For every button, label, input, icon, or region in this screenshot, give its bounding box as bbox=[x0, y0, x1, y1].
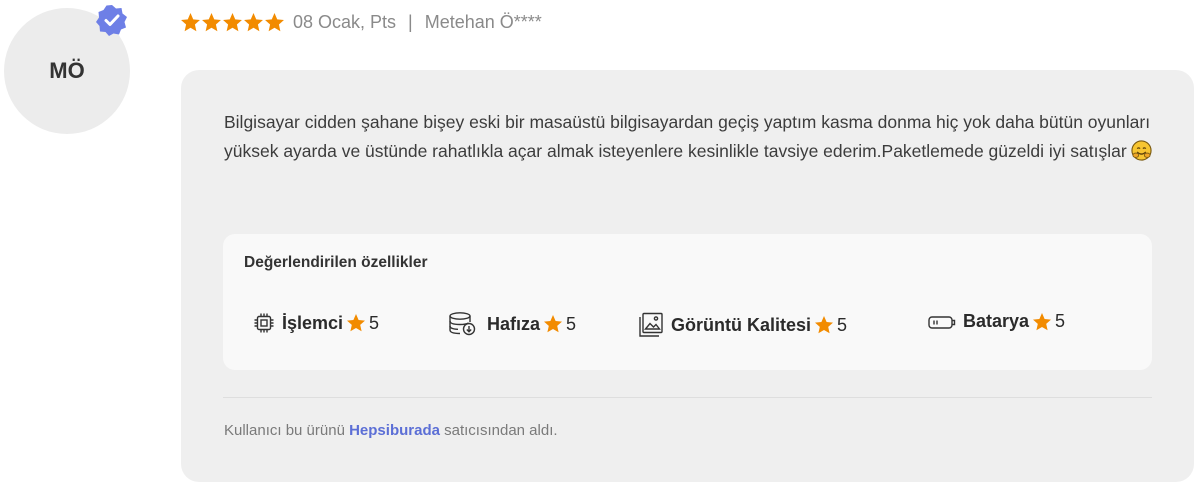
rated-features-panel: Değerlendirilen özellikler İşlemci 5 Haf… bbox=[223, 234, 1152, 370]
purchase-info: Kullanıcı bu ürünü Hepsiburada satıcısın… bbox=[224, 422, 558, 439]
image-icon bbox=[637, 311, 665, 339]
review-text-block: Bilgisayar cidden şahane bişey eski bir … bbox=[224, 108, 1159, 170]
verified-badge-icon bbox=[96, 5, 127, 36]
review-card: Bilgisayar cidden şahane bişey eski bir … bbox=[181, 70, 1194, 482]
star-icon bbox=[223, 13, 242, 32]
reviewer-name: Metehan Ö**** bbox=[424, 12, 542, 32]
feature-battery: Batarya 5 bbox=[927, 311, 1065, 332]
review-header: 08 Ocak, Pts | Metehan Ö**** bbox=[180, 12, 542, 33]
feature-cpu: İşlemci 5 bbox=[252, 311, 379, 335]
feature-label: Hafıza bbox=[487, 313, 541, 334]
divider bbox=[223, 397, 1152, 398]
feature-label: İşlemci bbox=[282, 312, 344, 333]
star-icon bbox=[202, 13, 221, 32]
feature-storage: Hafıza 5 bbox=[447, 311, 576, 337]
storage-icon bbox=[447, 311, 481, 337]
review-text: Bilgisayar cidden şahane bişey eski bir … bbox=[224, 112, 1151, 161]
smiling-hug-emoji-icon bbox=[1131, 140, 1152, 170]
battery-icon bbox=[927, 313, 957, 331]
header-separator: | bbox=[408, 12, 413, 32]
avatar-initials: MÖ bbox=[49, 58, 85, 83]
features-title: Değerlendirilen özellikler bbox=[244, 254, 428, 271]
purchase-info-prefix: Kullanıcı bu ürünü bbox=[224, 422, 345, 439]
star-icon bbox=[543, 314, 563, 334]
review-date: 08 Ocak, Pts bbox=[293, 12, 397, 32]
feature-score: 5 bbox=[1055, 311, 1066, 331]
feature-score: 5 bbox=[566, 313, 577, 334]
feature-score: 5 bbox=[369, 312, 380, 333]
rating-stars bbox=[180, 12, 285, 33]
feature-score: 5 bbox=[837, 314, 848, 335]
star-icon bbox=[244, 13, 263, 32]
star-icon bbox=[181, 13, 200, 32]
seller-link[interactable]: Hepsiburada bbox=[349, 422, 440, 439]
feature-label: Batarya bbox=[963, 311, 1030, 331]
cpu-icon bbox=[252, 311, 276, 335]
star-icon bbox=[814, 315, 834, 335]
feature-display: Görüntü Kalitesi 5 bbox=[637, 311, 847, 339]
feature-label: Görüntü Kalitesi bbox=[671, 314, 812, 335]
star-icon bbox=[265, 13, 284, 32]
star-icon bbox=[346, 313, 366, 333]
star-icon bbox=[1032, 312, 1052, 332]
purchase-info-suffix: satıcısından aldı. bbox=[444, 422, 558, 439]
